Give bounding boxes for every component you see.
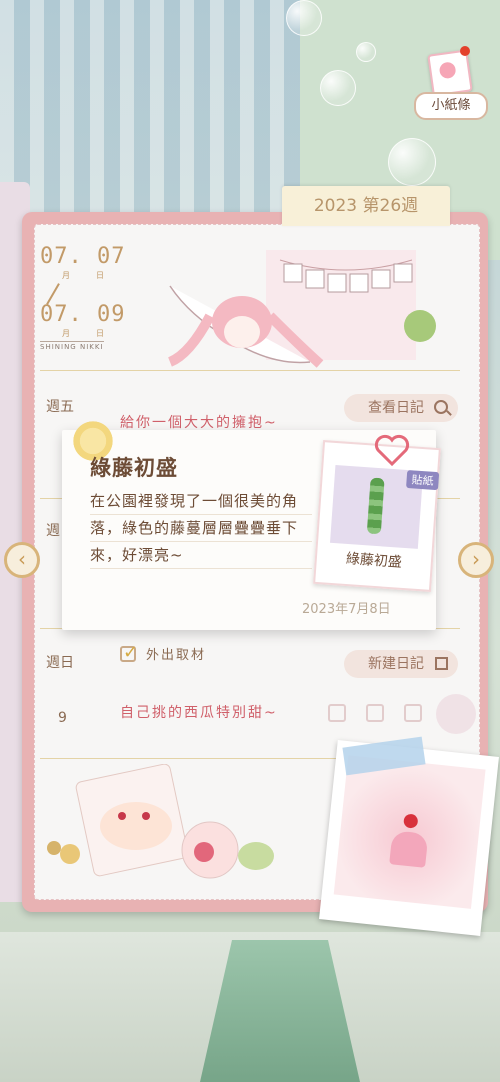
day-label: 日 <box>96 271 104 280</box>
sticker-badge: 貼紙 <box>406 470 440 491</box>
view-diary-button[interactable]: 查看日記 <box>344 394 458 422</box>
brand-label: SHINING NIKKI <box>40 341 104 351</box>
prev-page-button[interactable]: ‹ <box>4 542 40 578</box>
note-icon <box>427 49 473 97</box>
todo-checkbox[interactable] <box>120 642 138 663</box>
snack-stickers <box>47 764 274 879</box>
edit-icon <box>435 657 448 670</box>
cupcake-photo <box>333 755 486 909</box>
entry-text: 自己挑的西瓜特別甜~ <box>120 705 278 721</box>
new-diary-button[interactable]: 新建日記 <box>344 650 458 678</box>
todo-text: 外出取材 <box>146 648 207 663</box>
heart-icon <box>374 434 410 467</box>
notification-dot <box>460 46 470 56</box>
search-icon <box>434 400 448 414</box>
day-label-sat: 週 <box>46 523 60 539</box>
entry-text: 給你一個大大的擁抱~ <box>120 415 278 431</box>
note-label: 小紙條 <box>414 92 488 120</box>
day-label: 日 <box>96 329 104 338</box>
date-start: 07. 07 <box>40 244 126 269</box>
next-page-button[interactable]: › <box>458 542 494 578</box>
view-diary-label: 查看日記 <box>368 400 424 416</box>
bubble <box>388 138 436 186</box>
cherry <box>403 813 419 829</box>
sticker-slot[interactable] <box>404 704 422 722</box>
sticker-slot[interactable] <box>328 704 346 722</box>
sticker-slot[interactable] <box>366 704 384 722</box>
day-label-sun: 週日 <box>46 655 74 671</box>
note-button[interactable]: 小紙條 <box>412 46 488 122</box>
month-label: 月 <box>62 329 70 338</box>
date-end: 07. 09 <box>40 302 126 327</box>
bubble <box>320 70 356 106</box>
day-number: 9 <box>58 710 67 726</box>
new-diary-label: 新建日記 <box>368 656 424 672</box>
sticker-name: 綠藤初盛 <box>345 550 403 571</box>
mood-slot[interactable] <box>436 694 476 734</box>
popup-date: 2023年7月8日 <box>302 602 391 617</box>
week-tab: 2023 第26週 <box>282 186 450 226</box>
bubble <box>286 0 322 36</box>
cupcake <box>389 830 429 868</box>
popup-body: 在公園裡發現了一個很美的角落，綠色的藤蔓層層疊疊垂下來，好漂亮~ <box>90 488 312 569</box>
month-label: 月 <box>62 271 70 280</box>
divider <box>40 370 460 371</box>
popup-title: 綠藤初盛 <box>90 456 178 480</box>
bubble <box>356 42 376 62</box>
cover-illustration <box>167 250 436 368</box>
day-label-fri: 週五 <box>46 399 74 415</box>
